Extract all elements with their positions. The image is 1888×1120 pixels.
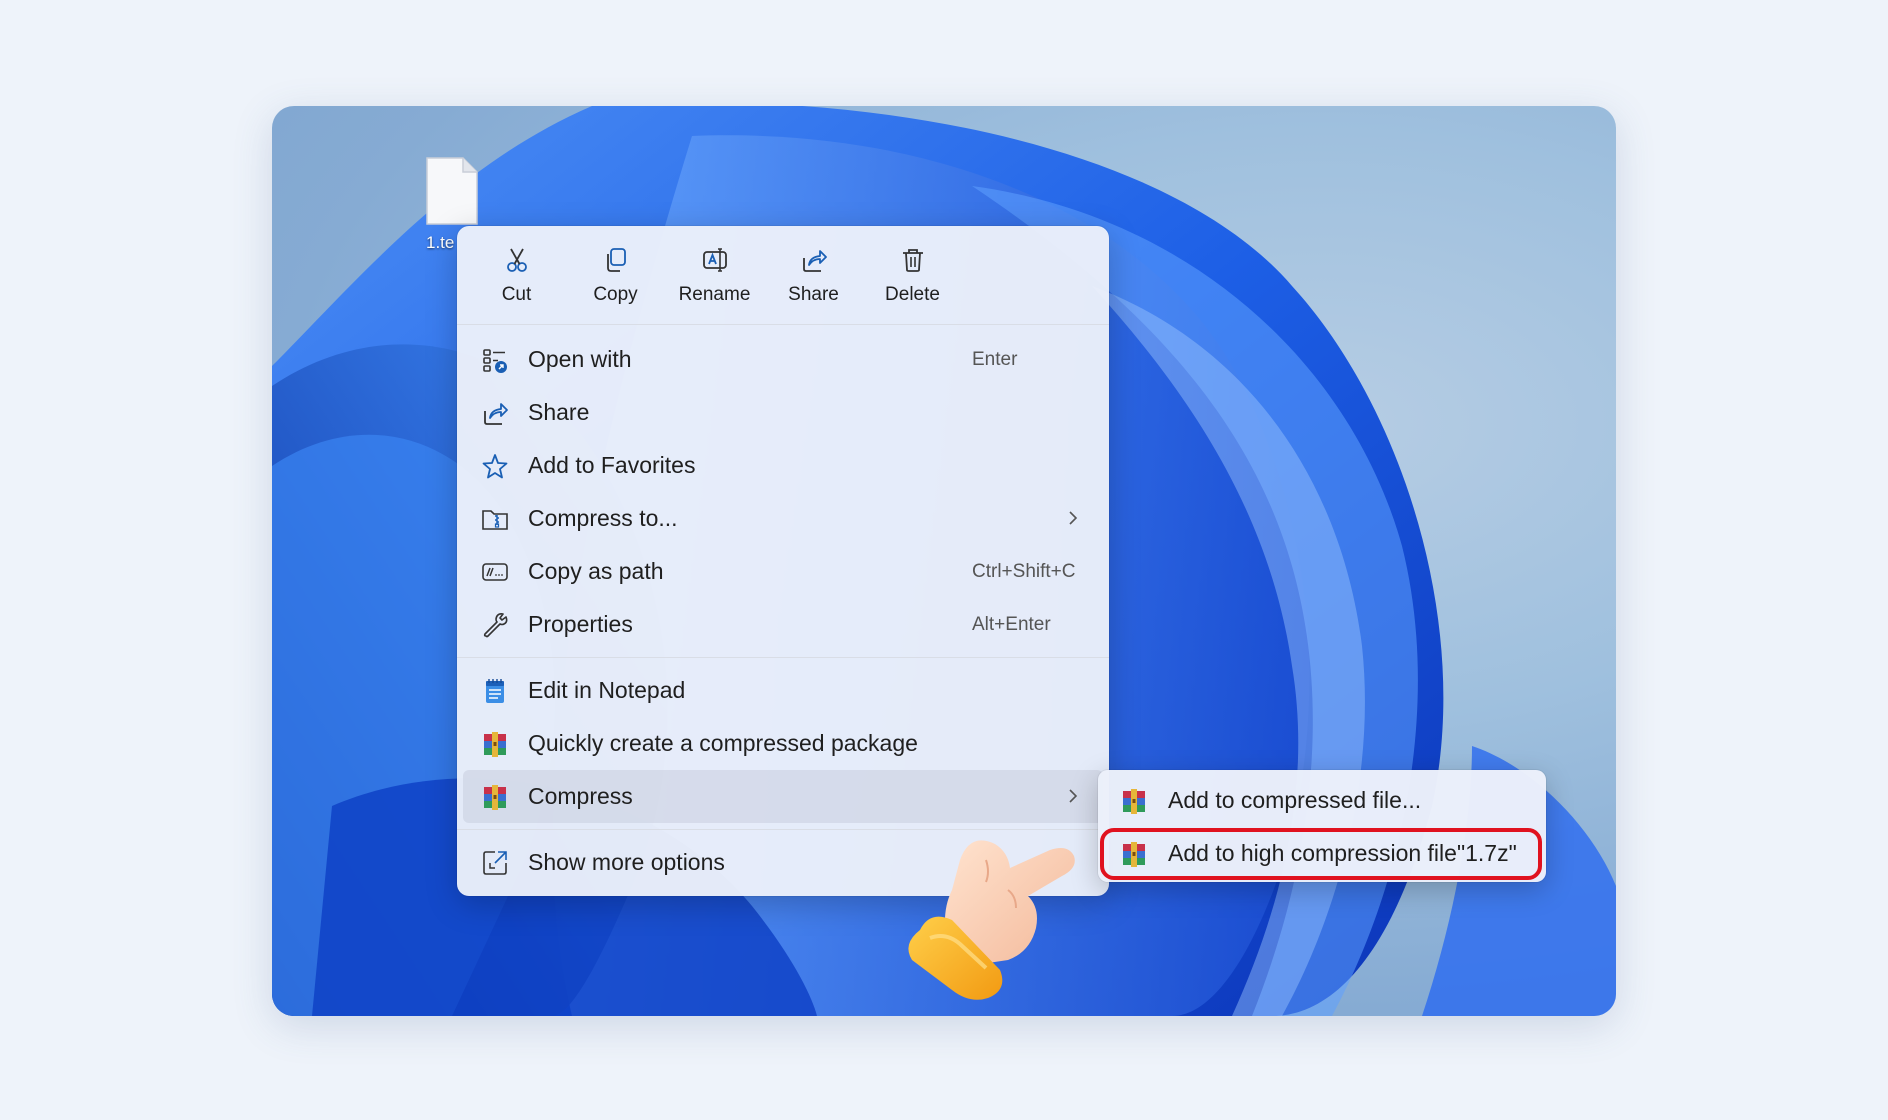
notepad-label: Edit in Notepad (528, 677, 686, 703)
open-with-shortcut: Enter (972, 348, 1018, 370)
winrar-icon (484, 785, 506, 810)
delete-label: Delete (885, 284, 940, 305)
compress-label: Compress (528, 783, 633, 809)
share-menu-label: Share (528, 399, 590, 425)
copy-path-shortcut: Ctrl+Shift+C (972, 560, 1076, 582)
copy-button[interactable]: Copy (566, 226, 665, 324)
cut-button[interactable]: Cut (467, 226, 566, 324)
properties-label: Properties (528, 611, 633, 637)
chevron-right-icon (1069, 511, 1078, 525)
text-file-icon (426, 157, 478, 225)
share-icon (802, 250, 827, 272)
favorites-label: Add to Favorites (528, 452, 696, 478)
menu-item-add-favorites[interactable]: Add to Favorites (457, 439, 1109, 492)
chevron-right-icon (1069, 789, 1078, 803)
share-icon (484, 403, 508, 425)
copy-path-label: Copy as path (528, 558, 664, 584)
menu-item-quick-compress[interactable]: Quickly create a compressed package (457, 717, 1109, 770)
context-toolbar: Cut Copy Rename Share Delete (457, 226, 1109, 325)
wrench-icon (483, 613, 508, 638)
menu-item-properties[interactable]: Properties Alt+Enter (457, 598, 1109, 651)
copy-icon (606, 248, 626, 272)
menu-item-copy-path[interactable]: Copy as path Ctrl+Shift+C (457, 545, 1109, 598)
scissors-icon (506, 248, 527, 272)
expand-icon (483, 851, 507, 875)
menu-item-edit-notepad[interactable]: Edit in Notepad (457, 664, 1109, 717)
context-menu: Cut Copy Rename Share Delete Open with E… (457, 226, 1109, 896)
winrar-icon (484, 732, 506, 757)
submenu-item-add-compressed[interactable]: Add to compressed file... (1098, 774, 1546, 827)
menu-item-compress-to[interactable]: Compress to... (457, 492, 1109, 545)
share-label: Share (788, 284, 839, 305)
trash-icon (902, 249, 923, 272)
winrar-icon (1123, 789, 1145, 814)
notepad-icon (486, 679, 504, 703)
path-icon (482, 563, 508, 581)
delete-button[interactable]: Delete (863, 226, 962, 324)
rename-button[interactable]: Rename (665, 226, 764, 324)
copy-label: Copy (593, 284, 638, 305)
rename-icon (702, 248, 727, 272)
open-with-label: Open with (528, 346, 632, 372)
show-more-label: Show more options (528, 849, 725, 875)
quick-compress-label: Quickly create a compressed package (528, 730, 918, 756)
properties-shortcut: Alt+Enter (972, 613, 1051, 635)
pointing-hand-icon (908, 840, 1075, 1000)
archive-folder-icon (482, 510, 508, 530)
share-toolbar-button[interactable]: Share (764, 226, 863, 324)
menu-item-share[interactable]: Share (457, 386, 1109, 439)
menu-item-compress[interactable]: Compress (463, 770, 1103, 823)
menu-item-open-with[interactable]: Open with Enter (457, 333, 1109, 386)
cut-label: Cut (501, 284, 532, 305)
compress-to-label: Compress to... (528, 505, 678, 531)
add-compressed-label: Add to compressed file... (1168, 787, 1422, 813)
menu-separator (457, 657, 1109, 658)
open-with-icon (483, 349, 507, 373)
highlight-ring (1100, 828, 1542, 880)
rename-label: Rename (678, 284, 751, 305)
star-icon (482, 454, 508, 479)
